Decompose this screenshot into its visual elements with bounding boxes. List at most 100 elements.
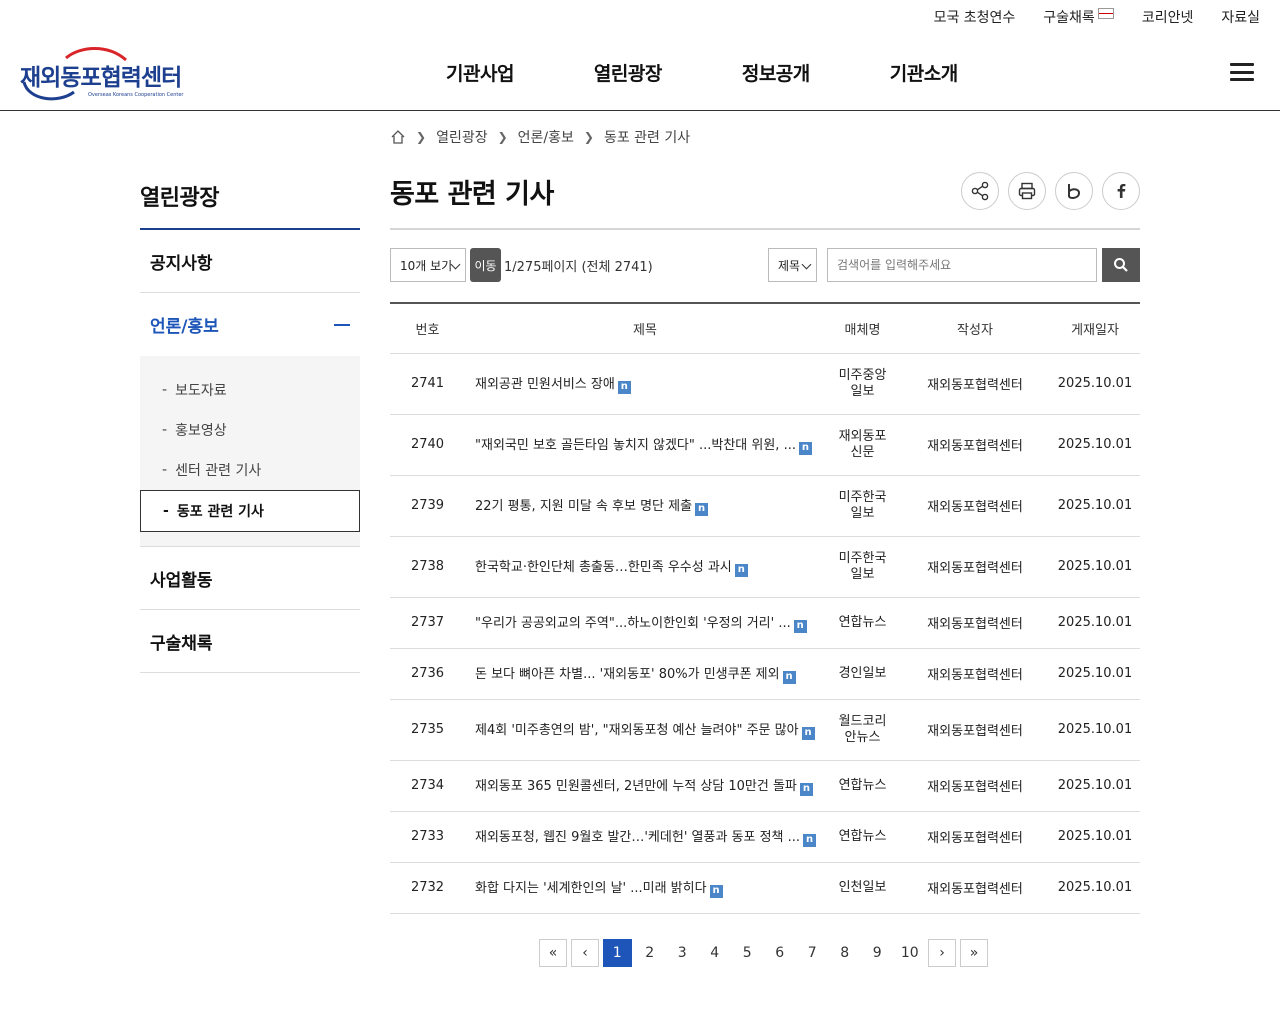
publish-date: 2025.10.01	[1050, 760, 1140, 812]
article-table: 번호 제목 매체명 작성자 게재일자 2741 재외공관 민원서비스 장애 n 미주중…	[390, 302, 1140, 914]
sidebar-item-press[interactable]: 언론/홍보	[140, 293, 360, 356]
go-button[interactable]: 이동	[470, 248, 501, 282]
per-page-select[interactable]: 10개 보기	[390, 248, 466, 282]
page-number[interactable]: 2	[636, 939, 665, 967]
media-name-line: 일보	[850, 505, 875, 521]
util-link-oral-history[interactable]: 구술채록	[1043, 7, 1114, 27]
last-page-button[interactable]: »	[960, 939, 988, 967]
publish-date: 2025.10.01	[1050, 414, 1140, 476]
page-info: 1/275페이지 (전체 2741)	[504, 260, 653, 275]
page-number[interactable]: 9	[863, 939, 892, 967]
author: 재외동포협력센터	[900, 414, 1050, 476]
util-link-archive[interactable]: 자료실	[1221, 7, 1260, 27]
media-name-line: 안뉴스	[844, 729, 881, 745]
media-name: 미주한국 일보	[825, 536, 900, 598]
article-title-link[interactable]: 제4회 '미주총연의 밤', "재외동포청 예산 늘려야" 주문 많아	[475, 723, 799, 738]
blog-icon	[1068, 184, 1081, 199]
page-number[interactable]: 7	[798, 939, 827, 967]
nav-agency-projects[interactable]: 기관사업	[446, 59, 514, 86]
nav-open-forum[interactable]: 열린광장	[594, 59, 662, 86]
breadcrumb-item[interactable]: 언론/홍보	[518, 127, 574, 147]
sidebar-subitem-press-release[interactable]: - 보도자료	[140, 370, 360, 410]
media-name-line: 연합뉴스	[838, 828, 887, 844]
search-input[interactable]	[827, 248, 1097, 282]
column-header: 매체명	[825, 302, 900, 354]
author: 재외동포협력센터	[900, 862, 1050, 914]
article-title-link[interactable]: 화합 다지는 '세계한인의 날' ...미래 밝히다	[475, 881, 707, 896]
share-toolbar	[961, 172, 1140, 210]
page-number[interactable]: 1	[603, 939, 632, 967]
new-badge-icon: n	[803, 834, 817, 847]
print-icon	[1018, 182, 1036, 200]
title-divider	[390, 228, 1140, 230]
article-title-cell: 화합 다지는 '세계한인의 날' ...미래 밝히다 n	[465, 862, 825, 914]
share-button[interactable]	[961, 172, 999, 210]
print-button[interactable]	[1008, 172, 1046, 210]
prev-page-button[interactable]: ‹	[571, 939, 599, 967]
table-row: 2737 "우리가 공공외교의 주역"...하노이한인회 '우정의 거리' ...…	[390, 597, 1140, 649]
media-name-line: 연합뉴스	[838, 614, 887, 630]
sidebar-item-activities[interactable]: 사업활동	[140, 547, 360, 610]
media-name-line: 미주한국	[838, 550, 887, 566]
util-link-oral-history-label: 구술채록	[1043, 10, 1095, 26]
media-name-line: 경인일보	[838, 665, 887, 681]
next-page-button[interactable]: ›	[928, 939, 956, 967]
column-header: 작성자	[900, 302, 1050, 354]
publish-date: 2025.10.01	[1050, 353, 1140, 415]
article-number: 2734	[390, 760, 465, 812]
facebook-share-button[interactable]	[1102, 172, 1140, 210]
article-number: 2737	[390, 597, 465, 649]
pagination: « ‹ 1 2 3 4 5 6 7 8 9 10 › »	[539, 939, 988, 967]
page-number[interactable]: 8	[831, 939, 860, 967]
media-name-line: 인천일보	[838, 879, 887, 895]
menu-icon[interactable]	[1230, 63, 1254, 81]
nav-information-disclosure[interactable]: 정보공개	[742, 59, 810, 86]
media-name-line: 미주한국	[838, 489, 887, 505]
first-page-button[interactable]: «	[539, 939, 567, 967]
page-number-list: 1 2 3 4 5 6 7 8 9 10	[603, 939, 924, 967]
new-badge-icon: n	[617, 381, 631, 394]
home-icon[interactable]	[390, 129, 406, 145]
page-title: 동포 관련 기사	[390, 179, 554, 210]
list-controls: 10개 보기 이동 1/275페이지 (전체 2741) 제목	[390, 248, 1140, 282]
article-title-link[interactable]: 22기 평통, 지원 미달 속 후보 명단 제출	[475, 499, 692, 514]
column-header: 제목	[465, 302, 825, 354]
article-title-link[interactable]: 재외공관 민원서비스 장애	[475, 377, 615, 392]
sidebar-subitem-diaspora-articles[interactable]: - 동포 관련 기사	[140, 490, 360, 532]
article-title-link[interactable]: 돈 보다 뼈아픈 차별... '재외동포' 80%가 민생쿠폰 제외	[475, 667, 780, 682]
breadcrumb: ❯ 열린광장 ❯ 언론/홍보 ❯ 동포 관련 기사	[390, 128, 690, 146]
sidebar-subitem-promo-video[interactable]: - 홍보영상	[140, 410, 360, 450]
page-number[interactable]: 3	[668, 939, 697, 967]
search-button[interactable]	[1102, 248, 1140, 282]
media-name: 경인일보	[825, 648, 900, 700]
nav-about[interactable]: 기관소개	[890, 59, 958, 86]
page-number[interactable]: 5	[733, 939, 762, 967]
page-number[interactable]: 4	[701, 939, 730, 967]
sidebar-subitem-center-articles[interactable]: - 센터 관련 기사	[140, 450, 360, 490]
site-logo[interactable]: 재외동포협력센터 Overseas Koreans Cooperation Ce…	[18, 42, 198, 102]
article-title-link[interactable]: "재외국민 보호 골든타임 놓치지 않겠다" ...박찬대 위원, ...	[475, 438, 796, 453]
sidebar-item-label: 공지사항	[150, 253, 213, 274]
author: 재외동포협력센터	[900, 597, 1050, 649]
sidebar-item-oral-history[interactable]: 구술채록	[140, 610, 360, 673]
flag-icon	[1097, 7, 1114, 19]
article-title-link[interactable]: 재외동포 365 민원콜센터, 2년만에 누적 상담 10만건 돌파	[475, 779, 797, 794]
media-name-line: 신문	[850, 444, 875, 460]
article-number: 2733	[390, 811, 465, 863]
article-title-cell: 한국학교·한인단체 총출동…한민족 우수성 과시 n	[465, 536, 825, 598]
util-link-koreannet[interactable]: 코리안넷	[1142, 7, 1194, 27]
util-link-invitation-training[interactable]: 모국 초청연수	[934, 7, 1016, 27]
page-number[interactable]: 6	[766, 939, 795, 967]
publish-date: 2025.10.01	[1050, 597, 1140, 649]
blog-share-button[interactable]	[1055, 172, 1093, 210]
article-title-link[interactable]: "우리가 공공외교의 주역"...하노이한인회 '우정의 거리' ...	[475, 616, 791, 631]
breadcrumb-item[interactable]: 열린광장	[436, 127, 488, 147]
article-title-link[interactable]: 한국학교·한인단체 총출동…한민족 우수성 과시	[475, 560, 732, 575]
page-number[interactable]: 10	[896, 939, 925, 967]
sidebar-item-notice[interactable]: 공지사항	[140, 230, 360, 293]
article-title-link[interactable]: 재외동포청, 웹진 9월호 발간…'케데헌' 열풍과 동포 정책 ...	[475, 830, 800, 845]
search-field-select[interactable]: 제목	[768, 248, 817, 282]
minus-icon[interactable]	[334, 323, 350, 326]
table-row: 2739 22기 평통, 지원 미달 속 후보 명단 제출 n 미주한국 일보 재외동포협…	[390, 475, 1140, 537]
logo-text: 재외동포협력센터	[20, 65, 182, 91]
